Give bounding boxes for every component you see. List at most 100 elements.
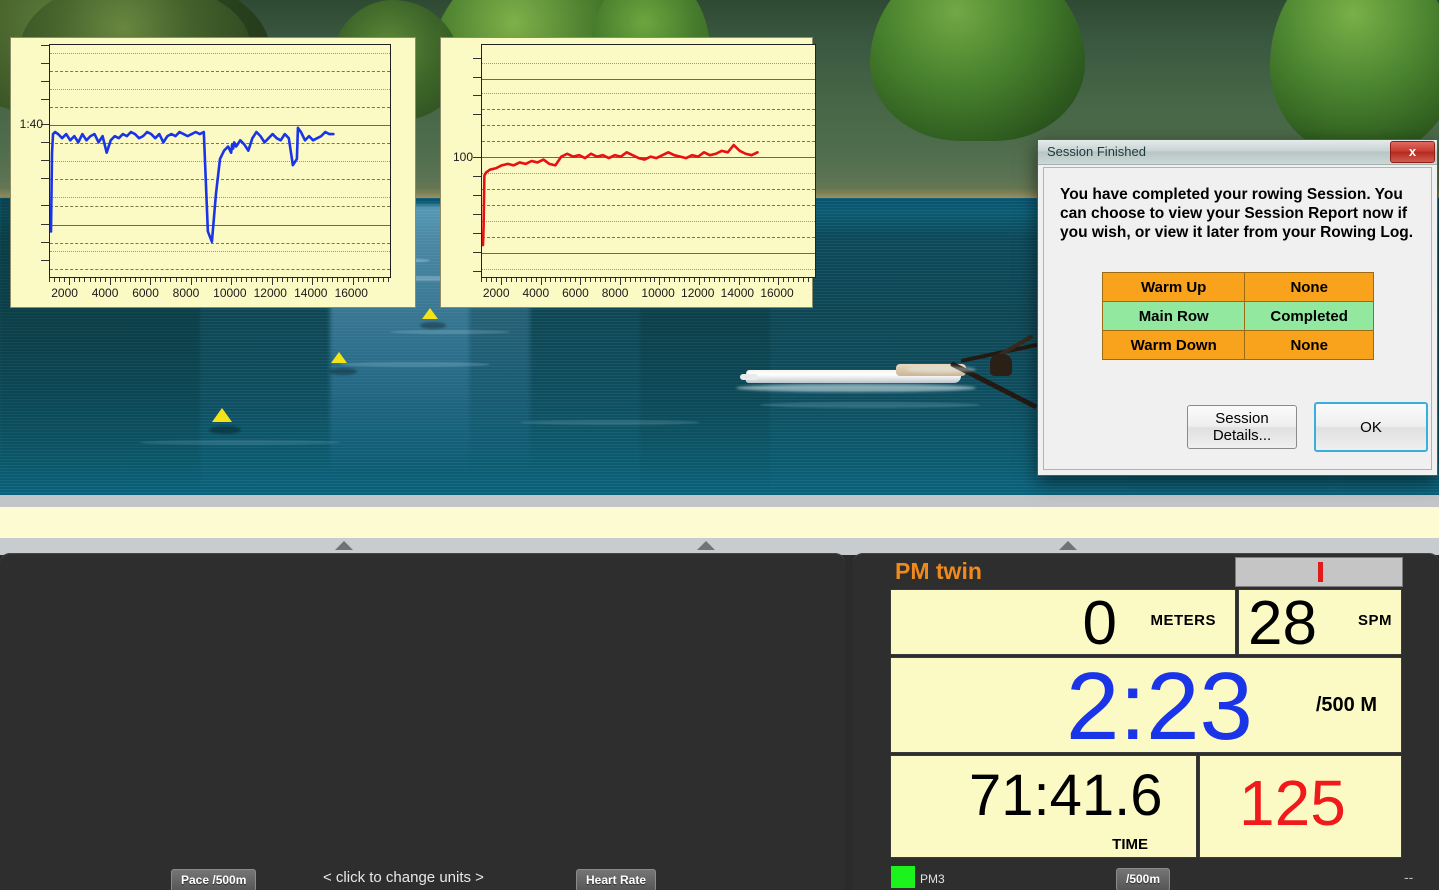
x-axis-tick (59, 278, 61, 282)
close-icon[interactable]: x (1390, 141, 1435, 163)
x-axis-tick (246, 278, 248, 282)
x-axis-tick (728, 278, 730, 282)
pm-distance-cell[interactable]: 0 METERS (890, 589, 1236, 658)
x-axis-tick (155, 278, 157, 282)
x-axis-tick (654, 278, 656, 282)
pm-stroke-rate-cell[interactable]: 28 SPM (1238, 589, 1402, 658)
x-axis-tick (515, 278, 517, 282)
x-axis-tick (307, 278, 308, 282)
series-line (50, 126, 335, 244)
splitter-handle[interactable] (1059, 541, 1077, 550)
x-axis-label: 10000 (641, 286, 675, 300)
x-axis-label: 6000 (562, 286, 589, 300)
pm-trailing-indicator: -- (1404, 869, 1414, 885)
x-axis-tick (205, 278, 207, 282)
x-axis-tick (803, 278, 805, 282)
x-axis-tick (89, 278, 91, 282)
x-axis-tick (649, 278, 651, 282)
heart-rate-chart-container[interactable]: 100 2000 4000 6000 8000 10000 12000 14000 16000 (440, 37, 816, 308)
table-row: Warm Up None (1101, 272, 1374, 302)
x-axis-tick (276, 278, 278, 282)
pm-heart-rate-cell[interactable]: 125 (1199, 755, 1402, 858)
x-axis-tick (753, 278, 755, 282)
pm-distance-unit: METERS (1150, 612, 1216, 629)
pm-time-cell[interactable]: 71:41.6 TIME (890, 755, 1197, 858)
heart-rate-units-button[interactable]: Heart Rate (576, 869, 657, 890)
x-axis-tick (190, 278, 192, 285)
x-axis-tick (768, 278, 770, 282)
x-axis-tick (634, 278, 636, 282)
pm-units-button[interactable]: /500m (1116, 868, 1171, 890)
splitter-handle[interactable] (697, 541, 715, 550)
change-units-hint: < click to change units > (323, 869, 484, 886)
x-axis-tick (69, 278, 71, 285)
x-axis-tick (530, 278, 532, 282)
session-details-button[interactable]: Session Details... (1187, 405, 1297, 449)
pm-pace-cell[interactable]: 2:23 /500 M (890, 653, 1402, 760)
x-axis-tick (629, 278, 631, 282)
buoy-shadow (329, 368, 357, 375)
x-axis-tick (689, 278, 691, 282)
segment-label: Warm Up (1101, 272, 1246, 302)
pm-connection-indicator (891, 866, 915, 888)
x-axis-tick (490, 278, 492, 282)
pace-chart-container[interactable]: 1:40 2000 4000 6000 8000 10000 12000 14000 1600… (10, 37, 416, 308)
splitter-handle[interactable] (335, 541, 353, 550)
x-axis-tick (342, 278, 344, 282)
x-axis-tick (614, 278, 616, 282)
x-axis-tick (200, 278, 202, 282)
info-strip (0, 507, 1439, 539)
x-axis-tick (644, 278, 646, 282)
x-axis-tick (619, 278, 621, 285)
x-axis-tick (281, 278, 283, 282)
water-ripple (140, 440, 340, 445)
x-axis-tick (140, 278, 142, 282)
x-axis-tick (104, 278, 106, 282)
x-axis-tick (180, 278, 182, 282)
x-axis-tick (185, 278, 187, 282)
tree-right-tall (870, 0, 1085, 141)
pm-time-unit: TIME (1112, 836, 1148, 853)
x-axis-label: 14000 (720, 286, 755, 300)
x-axis-tick (550, 278, 552, 282)
x-axis-tick (216, 278, 217, 282)
x-axis-tick (704, 278, 705, 282)
x-axis-tick (210, 278, 212, 282)
x-axis-tick (327, 278, 329, 282)
pm-stroke-rate-value: 28 (1248, 589, 1317, 658)
x-axis-tick (595, 278, 596, 282)
dialog-titlebar[interactable]: Session Finished x (1038, 140, 1437, 165)
x-axis-tick (505, 278, 507, 282)
dialog-title: Session Finished (1047, 144, 1146, 159)
x-axis-tick (150, 278, 152, 285)
heart-rate-trace (482, 143, 759, 247)
x-axis-tick (256, 278, 258, 282)
pace-x-labels: 2000 4000 6000 8000 10000 12000 14000 16000 (11, 286, 415, 304)
x-axis-tick (271, 278, 273, 285)
x-axis-tick (565, 278, 567, 282)
segment-label: Warm Down (1101, 330, 1246, 360)
heart-rate-plot (481, 44, 816, 278)
session-details-label-line1: Session (1215, 409, 1269, 427)
x-axis-tick (291, 278, 293, 282)
x-axis-tick (382, 278, 384, 282)
x-axis-label: 10000 (213, 286, 247, 300)
x-axis-tick (733, 278, 735, 282)
x-axis-tick (783, 278, 785, 282)
pm-progress-marker (1318, 562, 1323, 582)
x-axis-tick (332, 278, 334, 282)
boat-bow (740, 374, 758, 380)
dialog-message: You have completed your rowing Session. … (1060, 186, 1414, 241)
ok-button[interactable]: OK (1314, 402, 1428, 452)
x-axis-tick (486, 278, 487, 282)
x-axis-tick (599, 278, 601, 282)
pm-pace-unit: /500 M (1315, 694, 1377, 716)
x-axis-tick (322, 278, 324, 282)
pace-units-button[interactable]: Pace /500m (171, 869, 257, 890)
pm-distance-value: 0 (1082, 589, 1117, 658)
x-axis-tick (585, 278, 587, 282)
app-root: 1:40 2000 4000 6000 8000 10000 12000 14000 1600… (0, 0, 1439, 890)
heart-rate-x-labels: 2000 4000 6000 8000 10000 12000 14000 16000 (441, 286, 812, 304)
x-axis-tick (540, 278, 542, 285)
x-axis-tick (54, 278, 56, 282)
